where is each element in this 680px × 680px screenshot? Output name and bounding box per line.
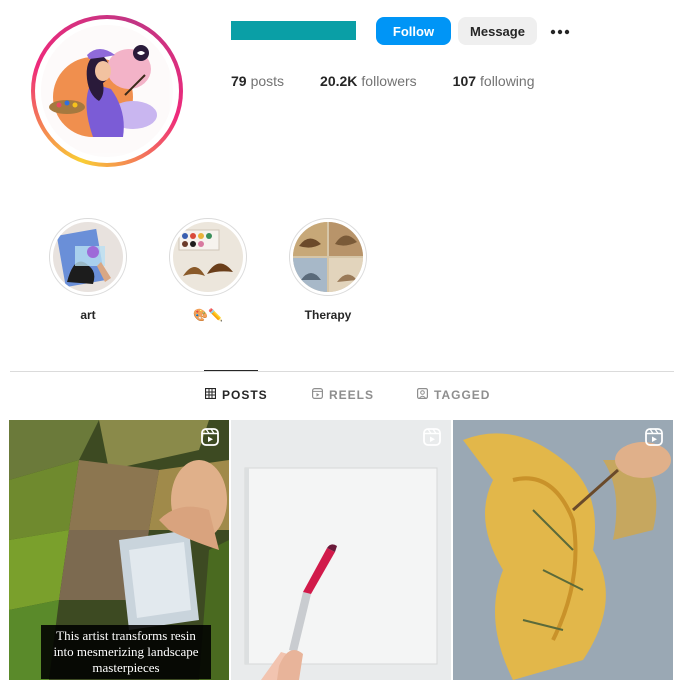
highlight-art[interactable]: art [48, 218, 128, 322]
highlight-therapy[interactable]: Therapy [288, 218, 368, 322]
post-tile-2[interactable] [231, 420, 451, 680]
tabs-divider [10, 371, 674, 372]
highlight-ring [49, 218, 127, 296]
highlight-label: 🎨✏️ [193, 308, 223, 322]
tagged-icon [417, 388, 429, 402]
reel-icon [201, 428, 219, 446]
highlight-ring [289, 218, 367, 296]
tab-reels-label: REELS [329, 388, 375, 402]
highlight-cover [173, 222, 243, 292]
reel-icon [423, 428, 441, 446]
highlight-label: art [80, 308, 96, 322]
tab-posts-label: POSTS [222, 388, 268, 402]
more-horizontal-icon [550, 22, 570, 40]
highlight-cover [53, 222, 123, 292]
post-image [231, 420, 451, 680]
post-caption: This artist transforms resin into mesmer… [41, 625, 211, 679]
follow-button[interactable]: Follow [376, 17, 451, 45]
post-image [453, 420, 673, 680]
tab-tagged[interactable]: TAGGED [417, 388, 490, 402]
tab-tagged-label: TAGGED [434, 388, 491, 402]
username-redacted [231, 21, 356, 40]
grid-icon [204, 387, 217, 402]
highlight-label: Therapy [304, 308, 352, 322]
message-button[interactable]: Message [458, 17, 537, 45]
post-tile-1[interactable]: This artist transforms resin into mesmer… [9, 420, 229, 680]
highlight-cover [293, 222, 363, 292]
avatar-frame [35, 19, 179, 163]
tab-posts[interactable]: POSTS [204, 387, 268, 402]
reels-icon [312, 388, 324, 402]
more-options-button[interactable] [546, 17, 574, 45]
post-tile-3[interactable] [453, 420, 673, 680]
profile-avatar[interactable] [31, 15, 183, 167]
posts-count: 79 posts [231, 73, 285, 89]
active-tab-indicator [204, 370, 258, 371]
highlight-ring [169, 218, 247, 296]
reel-icon [645, 428, 663, 446]
following-count[interactable]: 107 following [453, 73, 535, 89]
highlight-palette[interactable]: 🎨✏️ [168, 218, 248, 322]
followers-count[interactable]: 20.2K followers [320, 73, 417, 89]
tab-reels[interactable]: REELS [312, 388, 374, 402]
profile-stats: 79 posts 20.2K followers 107 following [231, 73, 571, 89]
avatar-illustration [41, 25, 173, 157]
